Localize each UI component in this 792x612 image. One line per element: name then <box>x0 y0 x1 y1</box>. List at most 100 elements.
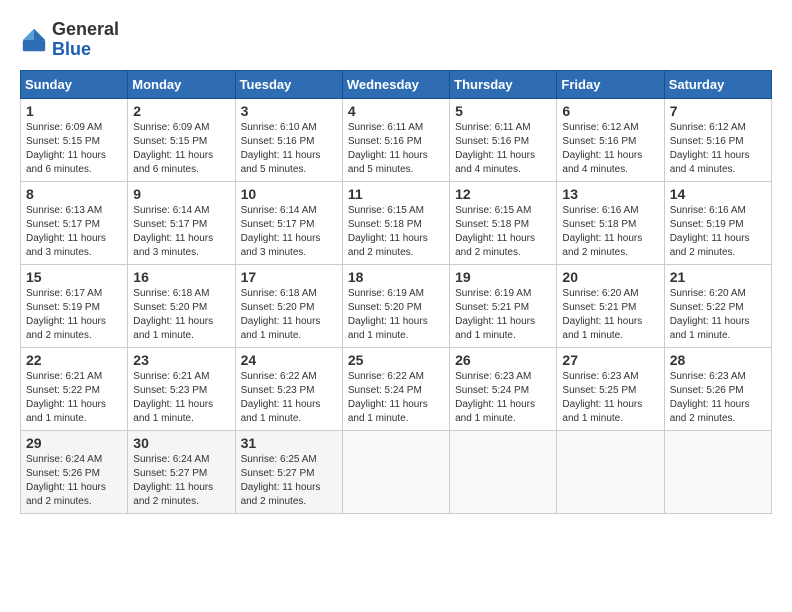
day-info: Sunrise: 6:20 AM Sunset: 5:22 PM Dayligh… <box>670 287 766 343</box>
day-number: 14 <box>670 186 766 202</box>
calendar-cell: 27 Sunrise: 6:23 AM Sunset: 5:25 PM Dayl… <box>557 347 664 430</box>
calendar-cell: 8 Sunrise: 6:13 AM Sunset: 5:17 PM Dayli… <box>21 181 128 264</box>
day-info: Sunrise: 6:22 AM Sunset: 5:24 PM Dayligh… <box>348 370 444 426</box>
daylight-label: Daylight: 11 hours and 1 minute. <box>26 399 106 424</box>
day-number: 15 <box>26 269 122 285</box>
daylight-label: Daylight: 11 hours and 1 minute. <box>455 316 535 341</box>
sunset-label: Sunset: 5:21 PM <box>455 302 529 313</box>
sunset-label: Sunset: 5:20 PM <box>133 302 207 313</box>
day-info: Sunrise: 6:21 AM Sunset: 5:23 PM Dayligh… <box>133 370 229 426</box>
daylight-label: Daylight: 11 hours and 2 minutes. <box>348 233 428 258</box>
day-number: 26 <box>455 352 551 368</box>
calendar-cell: 25 Sunrise: 6:22 AM Sunset: 5:24 PM Dayl… <box>342 347 449 430</box>
day-number: 22 <box>26 352 122 368</box>
sunrise-label: Sunrise: 6:19 AM <box>348 288 424 299</box>
calendar-cell: 16 Sunrise: 6:18 AM Sunset: 5:20 PM Dayl… <box>128 264 235 347</box>
day-info: Sunrise: 6:15 AM Sunset: 5:18 PM Dayligh… <box>455 204 551 260</box>
logo-text: General Blue <box>52 20 119 60</box>
week-row-3: 15 Sunrise: 6:17 AM Sunset: 5:19 PM Dayl… <box>21 264 772 347</box>
day-number: 31 <box>241 435 337 451</box>
calendar-cell <box>342 430 449 513</box>
week-row-4: 22 Sunrise: 6:21 AM Sunset: 5:22 PM Dayl… <box>21 347 772 430</box>
daylight-label: Daylight: 11 hours and 2 minutes. <box>670 399 750 424</box>
daylight-label: Daylight: 11 hours and 1 minute. <box>348 316 428 341</box>
day-number: 20 <box>562 269 658 285</box>
sunset-label: Sunset: 5:22 PM <box>26 385 100 396</box>
page-header: General Blue <box>20 20 772 60</box>
calendar-cell: 5 Sunrise: 6:11 AM Sunset: 5:16 PM Dayli… <box>450 98 557 181</box>
weekday-header-tuesday: Tuesday <box>235 70 342 98</box>
day-number: 25 <box>348 352 444 368</box>
sunrise-label: Sunrise: 6:15 AM <box>455 205 531 216</box>
day-info: Sunrise: 6:23 AM Sunset: 5:24 PM Dayligh… <box>455 370 551 426</box>
weekday-header-friday: Friday <box>557 70 664 98</box>
daylight-label: Daylight: 11 hours and 2 minutes. <box>133 482 213 507</box>
sunrise-label: Sunrise: 6:11 AM <box>348 122 423 133</box>
day-number: 2 <box>133 103 229 119</box>
day-number: 19 <box>455 269 551 285</box>
weekday-header-thursday: Thursday <box>450 70 557 98</box>
sunrise-label: Sunrise: 6:09 AM <box>133 122 209 133</box>
calendar-cell: 28 Sunrise: 6:23 AM Sunset: 5:26 PM Dayl… <box>664 347 771 430</box>
day-number: 24 <box>241 352 337 368</box>
day-number: 8 <box>26 186 122 202</box>
calendar-cell <box>557 430 664 513</box>
day-number: 21 <box>670 269 766 285</box>
daylight-label: Daylight: 11 hours and 1 minute. <box>241 399 321 424</box>
day-info: Sunrise: 6:17 AM Sunset: 5:19 PM Dayligh… <box>26 287 122 343</box>
calendar-cell: 31 Sunrise: 6:25 AM Sunset: 5:27 PM Dayl… <box>235 430 342 513</box>
day-info: Sunrise: 6:23 AM Sunset: 5:26 PM Dayligh… <box>670 370 766 426</box>
calendar-cell: 29 Sunrise: 6:24 AM Sunset: 5:26 PM Dayl… <box>21 430 128 513</box>
sunset-label: Sunset: 5:26 PM <box>26 468 100 479</box>
weekday-header-saturday: Saturday <box>664 70 771 98</box>
weekday-header-row: SundayMondayTuesdayWednesdayThursdayFrid… <box>21 70 772 98</box>
day-info: Sunrise: 6:18 AM Sunset: 5:20 PM Dayligh… <box>133 287 229 343</box>
daylight-label: Daylight: 11 hours and 2 minutes. <box>455 233 535 258</box>
day-number: 13 <box>562 186 658 202</box>
calendar-cell <box>450 430 557 513</box>
calendar-cell: 30 Sunrise: 6:24 AM Sunset: 5:27 PM Dayl… <box>128 430 235 513</box>
sunrise-label: Sunrise: 6:23 AM <box>455 371 531 382</box>
sunrise-label: Sunrise: 6:12 AM <box>562 122 638 133</box>
day-info: Sunrise: 6:14 AM Sunset: 5:17 PM Dayligh… <box>241 204 337 260</box>
calendar-cell: 6 Sunrise: 6:12 AM Sunset: 5:16 PM Dayli… <box>557 98 664 181</box>
day-info: Sunrise: 6:24 AM Sunset: 5:26 PM Dayligh… <box>26 453 122 509</box>
day-info: Sunrise: 6:22 AM Sunset: 5:23 PM Dayligh… <box>241 370 337 426</box>
daylight-label: Daylight: 11 hours and 1 minute. <box>241 316 321 341</box>
day-number: 10 <box>241 186 337 202</box>
day-info: Sunrise: 6:15 AM Sunset: 5:18 PM Dayligh… <box>348 204 444 260</box>
logo: General Blue <box>20 20 119 60</box>
day-number: 30 <box>133 435 229 451</box>
daylight-label: Daylight: 11 hours and 4 minutes. <box>670 150 750 175</box>
calendar-cell: 15 Sunrise: 6:17 AM Sunset: 5:19 PM Dayl… <box>21 264 128 347</box>
daylight-label: Daylight: 11 hours and 2 minutes. <box>26 482 106 507</box>
calendar-cell: 14 Sunrise: 6:16 AM Sunset: 5:19 PM Dayl… <box>664 181 771 264</box>
sunrise-label: Sunrise: 6:22 AM <box>348 371 424 382</box>
calendar-table: SundayMondayTuesdayWednesdayThursdayFrid… <box>20 70 772 514</box>
sunset-label: Sunset: 5:16 PM <box>455 136 529 147</box>
calendar-cell: 11 Sunrise: 6:15 AM Sunset: 5:18 PM Dayl… <box>342 181 449 264</box>
daylight-label: Daylight: 11 hours and 1 minute. <box>348 399 428 424</box>
sunrise-label: Sunrise: 6:16 AM <box>670 205 746 216</box>
sunset-label: Sunset: 5:18 PM <box>455 219 529 230</box>
sunrise-label: Sunrise: 6:09 AM <box>26 122 102 133</box>
week-row-5: 29 Sunrise: 6:24 AM Sunset: 5:26 PM Dayl… <box>21 430 772 513</box>
day-number: 17 <box>241 269 337 285</box>
sunrise-label: Sunrise: 6:24 AM <box>26 454 102 465</box>
calendar-cell: 9 Sunrise: 6:14 AM Sunset: 5:17 PM Dayli… <box>128 181 235 264</box>
sunset-label: Sunset: 5:15 PM <box>26 136 100 147</box>
sunrise-label: Sunrise: 6:18 AM <box>133 288 209 299</box>
sunset-label: Sunset: 5:24 PM <box>348 385 422 396</box>
day-number: 7 <box>670 103 766 119</box>
daylight-label: Daylight: 11 hours and 3 minutes. <box>26 233 106 258</box>
day-info: Sunrise: 6:20 AM Sunset: 5:21 PM Dayligh… <box>562 287 658 343</box>
weekday-header-monday: Monday <box>128 70 235 98</box>
sunset-label: Sunset: 5:19 PM <box>26 302 100 313</box>
sunset-label: Sunset: 5:24 PM <box>455 385 529 396</box>
day-info: Sunrise: 6:11 AM Sunset: 5:16 PM Dayligh… <box>455 121 551 177</box>
day-number: 27 <box>562 352 658 368</box>
day-info: Sunrise: 6:19 AM Sunset: 5:21 PM Dayligh… <box>455 287 551 343</box>
sunrise-label: Sunrise: 6:23 AM <box>562 371 638 382</box>
calendar-cell: 12 Sunrise: 6:15 AM Sunset: 5:18 PM Dayl… <box>450 181 557 264</box>
sunset-label: Sunset: 5:26 PM <box>670 385 744 396</box>
